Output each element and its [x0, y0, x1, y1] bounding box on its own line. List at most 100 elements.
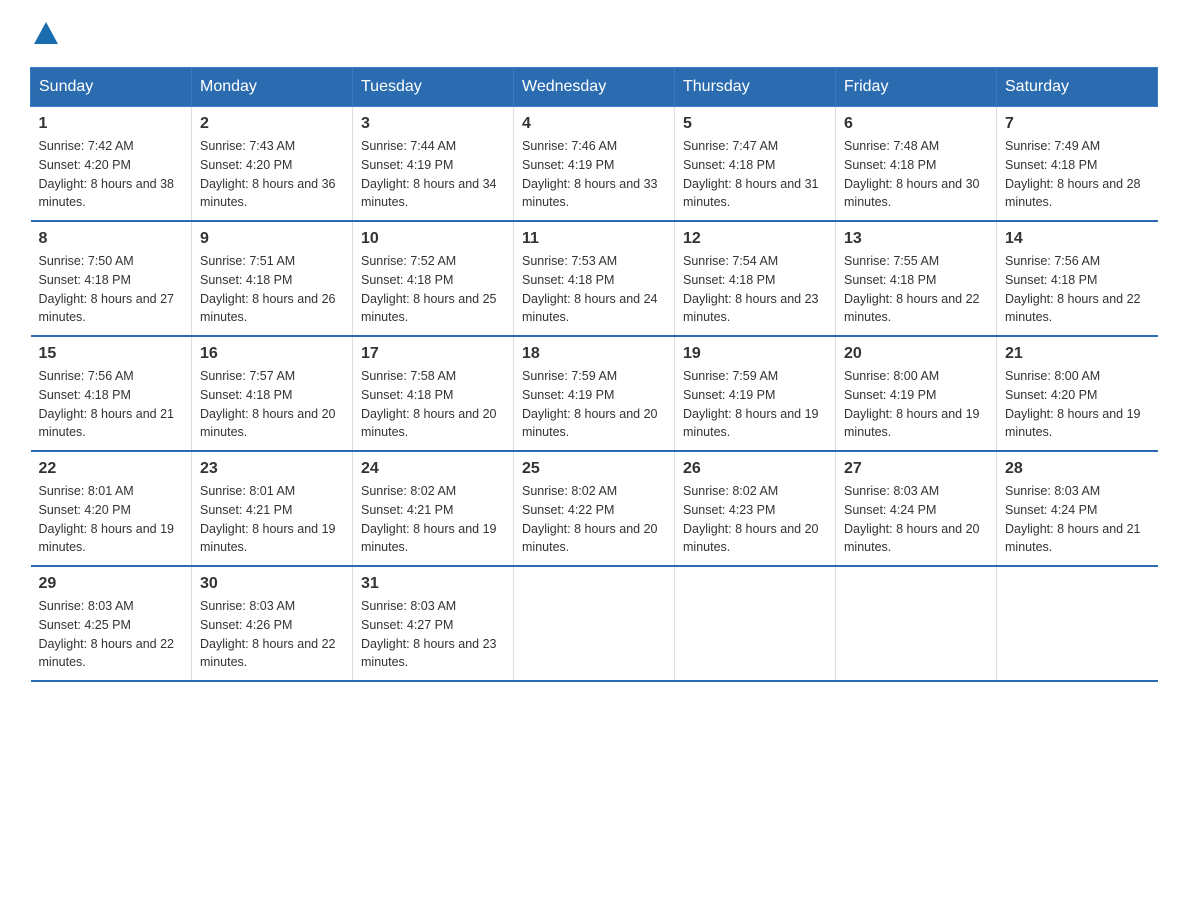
day-info: Sunrise: 8:02 AM Sunset: 4:23 PM Dayligh… — [683, 482, 827, 557]
day-number: 31 — [361, 575, 505, 593]
calendar-cell: 13 Sunrise: 7:55 AM Sunset: 4:18 PM Dayl… — [836, 221, 997, 336]
weekday-header-saturday: Saturday — [997, 68, 1158, 107]
day-info: Sunrise: 7:46 AM Sunset: 4:19 PM Dayligh… — [522, 137, 666, 212]
day-number: 10 — [361, 230, 505, 248]
day-number: 5 — [683, 115, 827, 133]
day-info: Sunrise: 7:52 AM Sunset: 4:18 PM Dayligh… — [361, 252, 505, 327]
logo-triangle-icon — [32, 20, 60, 46]
day-number: 25 — [522, 460, 666, 478]
day-info: Sunrise: 7:47 AM Sunset: 4:18 PM Dayligh… — [683, 137, 827, 212]
day-number: 16 — [200, 345, 344, 363]
calendar-cell: 29 Sunrise: 8:03 AM Sunset: 4:25 PM Dayl… — [31, 566, 192, 681]
day-number: 3 — [361, 115, 505, 133]
weekday-header-thursday: Thursday — [675, 68, 836, 107]
calendar-cell — [675, 566, 836, 681]
calendar-body: 1 Sunrise: 7:42 AM Sunset: 4:20 PM Dayli… — [31, 107, 1158, 682]
day-number: 24 — [361, 460, 505, 478]
day-info: Sunrise: 7:57 AM Sunset: 4:18 PM Dayligh… — [200, 367, 344, 442]
day-info: Sunrise: 7:42 AM Sunset: 4:20 PM Dayligh… — [39, 137, 184, 212]
calendar-cell: 21 Sunrise: 8:00 AM Sunset: 4:20 PM Dayl… — [997, 336, 1158, 451]
day-number: 7 — [1005, 115, 1150, 133]
day-info: Sunrise: 7:59 AM Sunset: 4:19 PM Dayligh… — [522, 367, 666, 442]
day-info: Sunrise: 7:55 AM Sunset: 4:18 PM Dayligh… — [844, 252, 988, 327]
day-info: Sunrise: 7:44 AM Sunset: 4:19 PM Dayligh… — [361, 137, 505, 212]
weekday-header-sunday: Sunday — [31, 68, 192, 107]
calendar-cell: 5 Sunrise: 7:47 AM Sunset: 4:18 PM Dayli… — [675, 107, 836, 222]
calendar-cell: 23 Sunrise: 8:01 AM Sunset: 4:21 PM Dayl… — [192, 451, 353, 566]
calendar-cell — [997, 566, 1158, 681]
day-number: 29 — [39, 575, 184, 593]
calendar-cell: 16 Sunrise: 7:57 AM Sunset: 4:18 PM Dayl… — [192, 336, 353, 451]
calendar-cell — [836, 566, 997, 681]
day-number: 19 — [683, 345, 827, 363]
day-number: 21 — [1005, 345, 1150, 363]
day-info: Sunrise: 8:00 AM Sunset: 4:19 PM Dayligh… — [844, 367, 988, 442]
calendar-header: SundayMondayTuesdayWednesdayThursdayFrid… — [31, 68, 1158, 107]
weekday-header-tuesday: Tuesday — [353, 68, 514, 107]
day-number: 27 — [844, 460, 988, 478]
logo — [30, 20, 60, 47]
day-number: 11 — [522, 230, 666, 248]
calendar-cell: 9 Sunrise: 7:51 AM Sunset: 4:18 PM Dayli… — [192, 221, 353, 336]
day-info: Sunrise: 7:51 AM Sunset: 4:18 PM Dayligh… — [200, 252, 344, 327]
calendar-cell: 17 Sunrise: 7:58 AM Sunset: 4:18 PM Dayl… — [353, 336, 514, 451]
day-number: 17 — [361, 345, 505, 363]
calendar-cell: 19 Sunrise: 7:59 AM Sunset: 4:19 PM Dayl… — [675, 336, 836, 451]
calendar-cell: 4 Sunrise: 7:46 AM Sunset: 4:19 PM Dayli… — [514, 107, 675, 222]
calendar-cell: 22 Sunrise: 8:01 AM Sunset: 4:20 PM Dayl… — [31, 451, 192, 566]
day-info: Sunrise: 8:03 AM Sunset: 4:24 PM Dayligh… — [844, 482, 988, 557]
day-info: Sunrise: 8:03 AM Sunset: 4:25 PM Dayligh… — [39, 597, 184, 672]
weekday-row: SundayMondayTuesdayWednesdayThursdayFrid… — [31, 68, 1158, 107]
day-number: 9 — [200, 230, 344, 248]
weekday-header-friday: Friday — [836, 68, 997, 107]
week-row-3: 15 Sunrise: 7:56 AM Sunset: 4:18 PM Dayl… — [31, 336, 1158, 451]
day-number: 6 — [844, 115, 988, 133]
week-row-5: 29 Sunrise: 8:03 AM Sunset: 4:25 PM Dayl… — [31, 566, 1158, 681]
day-info: Sunrise: 8:01 AM Sunset: 4:20 PM Dayligh… — [39, 482, 184, 557]
calendar-cell: 15 Sunrise: 7:56 AM Sunset: 4:18 PM Dayl… — [31, 336, 192, 451]
weekday-header-wednesday: Wednesday — [514, 68, 675, 107]
day-info: Sunrise: 7:53 AM Sunset: 4:18 PM Dayligh… — [522, 252, 666, 327]
day-info: Sunrise: 7:43 AM Sunset: 4:20 PM Dayligh… — [200, 137, 344, 212]
calendar-cell: 24 Sunrise: 8:02 AM Sunset: 4:21 PM Dayl… — [353, 451, 514, 566]
day-info: Sunrise: 7:50 AM Sunset: 4:18 PM Dayligh… — [39, 252, 184, 327]
week-row-4: 22 Sunrise: 8:01 AM Sunset: 4:20 PM Dayl… — [31, 451, 1158, 566]
calendar-cell: 10 Sunrise: 7:52 AM Sunset: 4:18 PM Dayl… — [353, 221, 514, 336]
day-number: 26 — [683, 460, 827, 478]
calendar-cell: 27 Sunrise: 8:03 AM Sunset: 4:24 PM Dayl… — [836, 451, 997, 566]
day-info: Sunrise: 7:56 AM Sunset: 4:18 PM Dayligh… — [1005, 252, 1150, 327]
calendar-cell: 1 Sunrise: 7:42 AM Sunset: 4:20 PM Dayli… — [31, 107, 192, 222]
day-info: Sunrise: 8:02 AM Sunset: 4:22 PM Dayligh… — [522, 482, 666, 557]
day-number: 22 — [39, 460, 184, 478]
day-info: Sunrise: 7:49 AM Sunset: 4:18 PM Dayligh… — [1005, 137, 1150, 212]
calendar-cell: 25 Sunrise: 8:02 AM Sunset: 4:22 PM Dayl… — [514, 451, 675, 566]
calendar-cell: 11 Sunrise: 7:53 AM Sunset: 4:18 PM Dayl… — [514, 221, 675, 336]
calendar-table: SundayMondayTuesdayWednesdayThursdayFrid… — [30, 67, 1158, 682]
day-number: 18 — [522, 345, 666, 363]
calendar-cell: 31 Sunrise: 8:03 AM Sunset: 4:27 PM Dayl… — [353, 566, 514, 681]
day-info: Sunrise: 8:01 AM Sunset: 4:21 PM Dayligh… — [200, 482, 344, 557]
calendar-cell: 26 Sunrise: 8:02 AM Sunset: 4:23 PM Dayl… — [675, 451, 836, 566]
day-info: Sunrise: 7:59 AM Sunset: 4:19 PM Dayligh… — [683, 367, 827, 442]
calendar-cell: 7 Sunrise: 7:49 AM Sunset: 4:18 PM Dayli… — [997, 107, 1158, 222]
calendar-cell: 18 Sunrise: 7:59 AM Sunset: 4:19 PM Dayl… — [514, 336, 675, 451]
day-info: Sunrise: 8:03 AM Sunset: 4:26 PM Dayligh… — [200, 597, 344, 672]
calendar-cell: 3 Sunrise: 7:44 AM Sunset: 4:19 PM Dayli… — [353, 107, 514, 222]
day-info: Sunrise: 8:03 AM Sunset: 4:27 PM Dayligh… — [361, 597, 505, 672]
day-number: 14 — [1005, 230, 1150, 248]
day-number: 23 — [200, 460, 344, 478]
day-number: 4 — [522, 115, 666, 133]
calendar-cell: 12 Sunrise: 7:54 AM Sunset: 4:18 PM Dayl… — [675, 221, 836, 336]
day-number: 8 — [39, 230, 184, 248]
day-info: Sunrise: 7:56 AM Sunset: 4:18 PM Dayligh… — [39, 367, 184, 442]
day-info: Sunrise: 7:58 AM Sunset: 4:18 PM Dayligh… — [361, 367, 505, 442]
day-number: 15 — [39, 345, 184, 363]
weekday-header-monday: Monday — [192, 68, 353, 107]
page-header — [30, 20, 1158, 47]
calendar-cell: 2 Sunrise: 7:43 AM Sunset: 4:20 PM Dayli… — [192, 107, 353, 222]
calendar-cell: 14 Sunrise: 7:56 AM Sunset: 4:18 PM Dayl… — [997, 221, 1158, 336]
day-number: 13 — [844, 230, 988, 248]
week-row-1: 1 Sunrise: 7:42 AM Sunset: 4:20 PM Dayli… — [31, 107, 1158, 222]
day-info: Sunrise: 7:48 AM Sunset: 4:18 PM Dayligh… — [844, 137, 988, 212]
calendar-cell: 28 Sunrise: 8:03 AM Sunset: 4:24 PM Dayl… — [997, 451, 1158, 566]
